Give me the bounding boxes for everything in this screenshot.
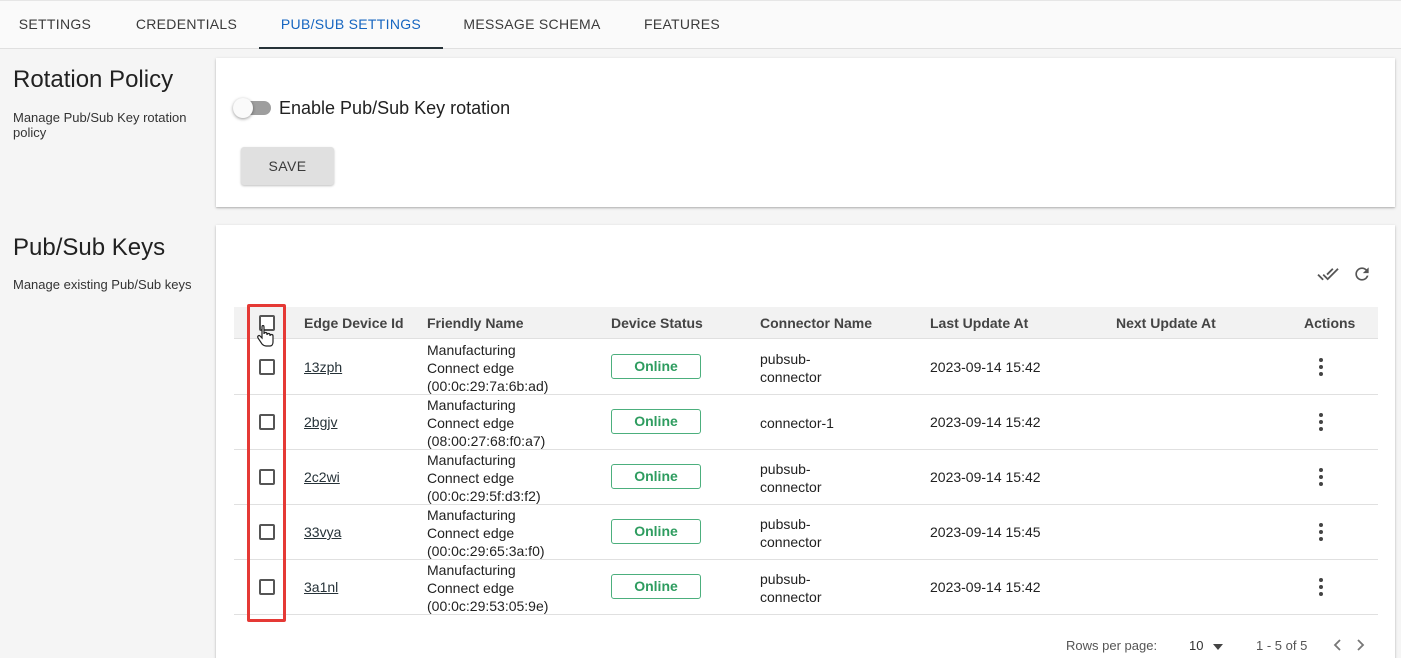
row-checkbox[interactable]	[259, 469, 275, 485]
tab-credentials[interactable]: CREDENTIALS	[118, 1, 255, 49]
edge-device-id-link[interactable]: 33vya	[304, 524, 341, 540]
chevron-left-icon[interactable]	[1331, 637, 1345, 658]
status-badge: Online	[611, 409, 701, 434]
friendly-name: Manufacturing Connect edge (00:0c:29:65:…	[427, 506, 545, 560]
more-vert-icon[interactable]	[1311, 465, 1331, 489]
friendly-name-line: Connect edge	[427, 360, 515, 376]
connector-name-line: pubsub-	[760, 351, 811, 367]
table-row[interactable]: 2bgjv Manufacturing Connect edge (08:00:…	[234, 395, 1378, 450]
friendly-name-line: (00:0c:29:65:3a:f0)	[427, 543, 545, 559]
connector-name: pubsub- connector	[760, 515, 821, 551]
column-header-last-update-at[interactable]: Last Update At	[930, 315, 1028, 331]
last-update-at: 2023-09-14 15:42	[930, 579, 1041, 595]
friendly-name-line: Manufacturing	[427, 562, 516, 578]
toggle-thumb	[233, 98, 253, 118]
more-vert-icon[interactable]	[1311, 355, 1331, 379]
connector-name-line: pubsub-	[760, 516, 811, 532]
last-update-at: 2023-09-14 15:42	[930, 359, 1041, 375]
connector-name: pubsub- connector	[760, 460, 821, 496]
edge-device-id-link[interactable]: 3a1nl	[304, 579, 338, 595]
rows-per-page-select[interactable]: 10	[1189, 638, 1224, 653]
edge-device-id-link[interactable]: 13zph	[304, 359, 342, 375]
pubsub-keys-description: Manage existing Pub/Sub keys	[13, 277, 192, 292]
friendly-name-line: Connect edge	[427, 415, 515, 431]
friendly-name: Manufacturing Connect edge (00:0c:29:5f:…	[427, 451, 541, 505]
tab-message-schema[interactable]: MESSAGE SCHEMA	[452, 1, 612, 49]
status-badge: Online	[611, 519, 701, 544]
table-row[interactable]: 3a1nl Manufacturing Connect edge (00:0c:…	[234, 560, 1378, 615]
more-vert-icon[interactable]	[1311, 520, 1331, 544]
rotation-policy-card	[216, 58, 1395, 207]
column-header-actions: Actions	[1304, 315, 1356, 331]
save-button[interactable]: SAVE	[241, 147, 334, 185]
column-header-friendly-name[interactable]: Friendly Name	[427, 315, 523, 331]
status-badge: Online	[611, 354, 701, 379]
rotation-toggle-label: Enable Pub/Sub Key rotation	[279, 98, 511, 118]
more-vert-icon[interactable]	[1311, 575, 1331, 599]
connector-name-line: connector	[760, 534, 822, 550]
last-update-at: 2023-09-14 15:45	[930, 524, 1041, 540]
tab-bar: SETTINGS CREDENTIALS PUB/SUB SETTINGS ME…	[0, 0, 1401, 49]
column-header-device-status[interactable]: Device Status	[611, 315, 703, 331]
friendly-name-line: Connect edge	[427, 470, 515, 486]
row-checkbox[interactable]	[259, 524, 275, 540]
tab-pubsub-settings[interactable]: PUB/SUB SETTINGS	[259, 1, 443, 49]
friendly-name-line: Manufacturing	[427, 397, 516, 413]
tab-features[interactable]: FEATURES	[624, 1, 740, 49]
friendly-name: Manufacturing Connect edge (00:0c:29:7a:…	[427, 341, 548, 395]
friendly-name-line: Manufacturing	[427, 342, 516, 358]
pubsub-keys-title: Pub/Sub Keys	[13, 234, 166, 261]
table-row[interactable]: 13zph Manufacturing Connect edge (00:0c:…	[234, 340, 1378, 395]
friendly-name: Manufacturing Connect edge (08:00:27:68:…	[427, 396, 545, 450]
friendly-name-line: Connect edge	[427, 525, 515, 541]
column-header-next-update-at[interactable]: Next Update At	[1116, 315, 1216, 331]
connector-name: pubsub- connector	[760, 350, 821, 386]
status-badge: Online	[611, 464, 701, 489]
chevron-right-icon[interactable]	[1353, 637, 1367, 658]
table-row[interactable]: 33vya Manufacturing Connect edge (00:0c:…	[234, 505, 1378, 560]
table-row[interactable]: 2c2wi Manufacturing Connect edge (00:0c:…	[234, 450, 1378, 505]
arrow-drop-down-icon	[1213, 643, 1224, 650]
friendly-name-line: (00:0c:29:7a:6b:ad)	[427, 378, 549, 394]
last-update-at: 2023-09-14 15:42	[930, 469, 1041, 485]
rows-per-page-label: Rows per page:	[1066, 638, 1158, 653]
column-header-edge-device-id[interactable]: Edge Device Id	[304, 315, 404, 331]
refresh-icon[interactable]	[1350, 262, 1374, 286]
rotation-policy-title: Rotation Policy	[13, 66, 174, 93]
table-header: Edge Device Id Friendly Name Device Stat…	[234, 307, 1378, 339]
tab-settings[interactable]: SETTINGS	[0, 1, 110, 49]
row-checkbox[interactable]	[259, 359, 275, 375]
row-checkbox[interactable]	[259, 414, 275, 430]
rotation-policy-description: Manage Pub/Sub Key rotation policy	[13, 110, 187, 140]
friendly-name-line: (00:0c:29:53:05:9e)	[427, 598, 549, 614]
friendly-name-line: Connect edge	[427, 580, 515, 596]
connector-name-line: pubsub-	[760, 571, 811, 587]
more-vert-icon[interactable]	[1311, 410, 1331, 434]
friendly-name-line: Manufacturing	[427, 507, 516, 523]
friendly-name-line: Manufacturing	[427, 452, 516, 468]
connector-name-line: connector	[760, 479, 822, 495]
connector-name: pubsub- connector	[760, 570, 821, 606]
connector-name-line: pubsub-	[760, 461, 811, 477]
edge-device-id-link[interactable]: 2bgjv	[304, 414, 337, 430]
rotation-toggle[interactable]	[233, 97, 271, 119]
pagination-range: 1 - 5 of 5	[1256, 638, 1308, 653]
status-badge: Online	[611, 574, 701, 599]
last-update-at: 2023-09-14 15:42	[930, 414, 1041, 430]
row-checkbox[interactable]	[259, 579, 275, 595]
connector-name-line: connector	[760, 369, 822, 385]
column-header-connector-name[interactable]: Connector Name	[760, 315, 872, 331]
connector-name-line: connector	[760, 589, 822, 605]
friendly-name-line: (00:0c:29:5f:d3:f2)	[427, 488, 541, 504]
done-all-icon[interactable]	[1316, 262, 1340, 286]
connector-name: connector-1	[760, 414, 834, 432]
friendly-name-line: (08:00:27:68:f0:a7)	[427, 433, 546, 449]
friendly-name: Manufacturing Connect edge (00:0c:29:53:…	[427, 561, 548, 615]
connector-name-line: connector-1	[760, 415, 834, 431]
rows-per-page-value: 10	[1189, 638, 1204, 653]
edge-device-id-link[interactable]: 2c2wi	[304, 469, 340, 485]
